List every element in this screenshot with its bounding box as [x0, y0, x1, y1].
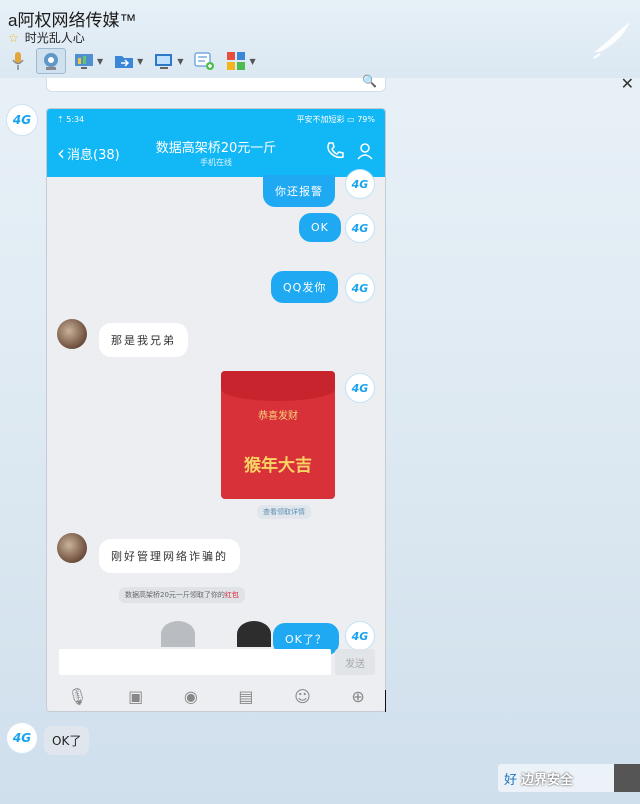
phone-toolbar: 🎙 ▣ ◉ ▤ ☺ ⊕ [47, 681, 385, 711]
chevron-down-icon: ▼ [137, 56, 144, 66]
status-right: 平安不加短彩 ▭ 79% [296, 114, 375, 124]
red-packet: 恭喜发财 猴年大吉 [221, 371, 335, 499]
chevron-down-icon: ▼ [177, 56, 184, 66]
message-bubble: 那是我兄弟 [99, 323, 188, 357]
video-button[interactable] [36, 48, 66, 74]
phone-chat-body: 你还报警 4G OK 4G QQ发你 4G 那是我兄弟 恭喜发财 猴年大吉 4G… [47, 169, 385, 655]
watermark: 好 边界安全 [498, 764, 640, 792]
phone-icon [327, 142, 344, 159]
screen-share-button[interactable]: ▼ [70, 48, 106, 74]
user-profile-icon [357, 143, 373, 160]
message-avatar: 4G [345, 373, 375, 403]
window-header: a阿权网络传媒™ ☆ 时光乱人心 ▼ ▼ ▼ ▼ [0, 0, 640, 78]
message-avatar: 4G [345, 169, 375, 199]
sender-avatar[interactable]: 4G [6, 722, 38, 754]
message-bubble: OK [299, 213, 341, 242]
system-notice: 数据高架桥20元一斤领取了你的红包 [119, 587, 245, 603]
close-icon[interactable]: ✕ [621, 74, 634, 93]
zoom-icon[interactable]: 🔍 [362, 74, 377, 88]
message-avatar: 4G [345, 273, 375, 303]
phone-message-input [59, 649, 331, 675]
red-packet-icon: ▤ [238, 686, 254, 706]
cartoon-character [237, 621, 271, 647]
red-packet-greeting: 猴年大吉 [244, 456, 312, 476]
message-bubble: OK了 [44, 726, 90, 755]
window-title: a阿权网络传媒™ [8, 11, 137, 30]
camera-icon: ◉ [183, 686, 198, 706]
image-icon: ▣ [128, 686, 144, 706]
contact-avatar [57, 319, 87, 349]
apps-button[interactable]: ▼ [222, 48, 258, 74]
window-subtitle: ☆ 时光乱人心 [8, 29, 85, 46]
cartoon-character [161, 621, 195, 647]
phone-status-bar: ⇡ 5:34 平安不加短彩 ▭ 79% [47, 109, 385, 129]
toolbar: ▼ ▼ ▼ ▼ [4, 47, 259, 75]
watermark-text: 边界安全 [521, 772, 574, 788]
add-app-button[interactable] [190, 48, 218, 74]
plus-icon: ⊕ [351, 686, 365, 706]
phone-input-row: 发送 [47, 647, 385, 677]
star-icon: ☆ [8, 30, 19, 45]
apps-grid-icon [227, 52, 246, 70]
chevron-down-icon: ▼ [249, 56, 256, 66]
chat-image-screenshot[interactable]: ⇡ 5:34 平安不加短彩 ▭ 79% ‹ 消息(38) 数据高架桥20元一斤 … [46, 108, 386, 712]
sender-avatar[interactable]: 4G [6, 104, 38, 136]
red-packet-wish: 恭喜发财 [258, 411, 298, 422]
watermark-thumbnail [614, 764, 640, 792]
watermark-prefix: 好 [504, 772, 518, 788]
microphone-icon: 🎙 [67, 686, 88, 706]
file-transfer-button[interactable]: ▼ [110, 48, 146, 74]
system-notice-text: 数据高架桥20元一斤领取了你的 [125, 591, 225, 599]
voice-button[interactable] [4, 48, 32, 74]
avatar-label: 4G [12, 731, 32, 745]
red-packet-flap [221, 371, 335, 401]
message-bubble: 刚好管理网络诈骗的 [99, 539, 240, 573]
message-avatar: 4G [345, 213, 375, 243]
message-bubble: QQ发你 [271, 271, 339, 303]
phone-send-button: 发送 [335, 649, 375, 675]
status-left: ⇡ 5:34 [57, 114, 85, 124]
system-notice-highlight: 红包 [224, 591, 239, 599]
text-cursor [385, 690, 386, 712]
signature-text: 时光乱人心 [24, 31, 85, 45]
remote-desktop-button[interactable]: ▼ [150, 48, 186, 74]
red-packet-details-link: 查看领取详情 [257, 505, 311, 519]
emoji-icon: ☺ [294, 686, 311, 706]
message-bubble: 你还报警 [263, 175, 335, 207]
webcam-icon [44, 53, 58, 70]
phone-nav-bar: ‹ 消息(38) 数据高架桥20元一斤 手机在线 [47, 129, 385, 177]
chevron-down-icon: ▼ [97, 56, 104, 66]
avatar-label: 4G [12, 113, 32, 127]
remote-desktop-icon [155, 54, 173, 69]
contact-avatar [57, 533, 87, 563]
file-transfer-icon [115, 56, 134, 68]
previous-image-edge: 🔍 [46, 74, 386, 92]
microphone-icon [12, 52, 24, 70]
add-app-icon [194, 52, 215, 70]
feather-logo-icon [593, 22, 630, 59]
screen-share-icon [75, 54, 93, 69]
